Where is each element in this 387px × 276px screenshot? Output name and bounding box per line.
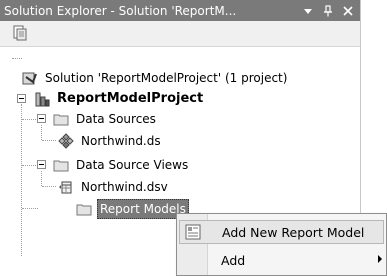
data-source-views-label: Data Source Views [76,158,189,172]
folder-icon [53,111,69,127]
tree-item-project[interactable]: ReportModelProject [34,89,205,109]
submenu-arrow-icon [378,255,382,263]
tree-item-northwind-dsv[interactable]: Northwind.dsv [58,177,170,197]
menu-item-add-new-report-model[interactable]: Add New Report Model [179,220,384,244]
tree-connector [22,208,38,209]
pin-icon[interactable] [320,3,336,19]
tree-item-data-source-views[interactable]: Data Source Views [53,155,190,175]
toolbar [0,21,360,47]
data-sources-label: Data Sources [76,112,156,126]
solution-icon [22,70,38,86]
add-label: Add [221,252,246,268]
report-model-icon [185,224,201,240]
tree-item-solution[interactable]: Solution 'ReportModelProject' (1 project… [22,68,289,88]
context-menu: Add New Report Model Add [176,213,387,276]
dropdown-arrow-icon[interactable] [300,3,316,19]
collapse-data-source-views-toggle[interactable] [37,160,46,169]
northwind-dsv-label: Northwind.dsv [81,180,168,194]
tree-item-data-sources[interactable]: Data Sources [53,109,158,129]
collapse-data-sources-toggle[interactable] [37,114,46,123]
northwind-ds-label: Northwind.ds [81,134,161,148]
tree-connector [42,140,56,141]
tree-connector [12,58,22,59]
properties-icon[interactable] [12,25,28,41]
tree-connector [22,119,38,120]
window-title: Solution Explorer - Solution 'ReportM... [4,3,237,18]
solution-label: Solution 'ReportModelProject' (1 project… [45,71,288,85]
tree-connector [42,186,56,187]
folder-icon [76,201,92,217]
tree-connector [22,165,38,166]
tree-connector [41,171,42,186]
tree-item-report-models[interactable]: Report Models [76,199,189,219]
solution-explorer-panel: Solution Explorer - Solution 'ReportM... [0,0,387,276]
menu-item-add[interactable]: Add [179,248,384,272]
close-icon[interactable] [340,3,356,19]
folder-icon [53,157,69,173]
tree-connector [21,104,22,256]
tree-connector [41,125,42,140]
collapse-project-toggle[interactable] [17,94,26,103]
data-source-icon [58,133,74,149]
tree-item-northwind-ds[interactable]: Northwind.ds [58,131,163,151]
report-model-project-icon [34,91,50,107]
project-label: ReportModelProject [57,91,204,106]
title-bar[interactable]: Solution Explorer - Solution 'ReportM... [0,0,360,21]
add-new-report-model-label: Add New Report Model [222,224,365,240]
data-source-view-icon [58,179,74,195]
